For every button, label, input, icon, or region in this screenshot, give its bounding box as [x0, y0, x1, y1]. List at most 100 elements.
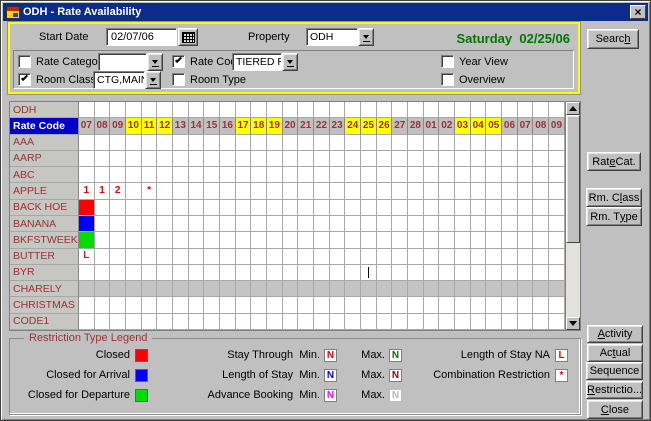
- grid-cell[interactable]: [455, 265, 471, 281]
- grid-cell[interactable]: [189, 265, 205, 281]
- grid-cell[interactable]: [283, 102, 299, 118]
- grid-cell[interactable]: [157, 216, 173, 232]
- grid-cell[interactable]: [471, 281, 487, 297]
- close-button[interactable]: Close: [587, 400, 643, 419]
- date-header-cell[interactable]: 06: [502, 118, 518, 134]
- grid-cell[interactable]: [533, 151, 549, 167]
- grid-cell[interactable]: [549, 314, 565, 330]
- grid-cell[interactable]: [549, 232, 565, 248]
- grid-cell[interactable]: [502, 151, 518, 167]
- grid-cell[interactable]: [173, 183, 189, 199]
- grid-cell[interactable]: [377, 314, 393, 330]
- calendar-button[interactable]: [178, 28, 198, 46]
- dropdown-arrow-icon[interactable]: [358, 28, 374, 46]
- grid-cell[interactable]: [298, 151, 314, 167]
- grid-cell[interactable]: [471, 297, 487, 313]
- grid-cell[interactable]: [157, 297, 173, 313]
- room-type-checkbox[interactable]: Room Type: [172, 73, 246, 86]
- grid-cell[interactable]: [502, 249, 518, 265]
- grid-cell[interactable]: [549, 102, 565, 118]
- grid-cell[interactable]: [330, 281, 346, 297]
- room-class-checkbox[interactable]: Room Class: [18, 73, 96, 86]
- grid-cell[interactable]: [189, 200, 205, 216]
- grid-cell[interactable]: [471, 249, 487, 265]
- grid-cell[interactable]: [471, 135, 487, 151]
- grid-cell[interactable]: [220, 102, 236, 118]
- grid-cell[interactable]: [533, 249, 549, 265]
- grid-cell[interactable]: [455, 249, 471, 265]
- date-header-cell[interactable]: 26: [377, 118, 393, 134]
- grid-cell[interactable]: [392, 297, 408, 313]
- grid-cell[interactable]: [189, 249, 205, 265]
- grid-cell[interactable]: [408, 102, 424, 118]
- grid-cell[interactable]: [424, 135, 440, 151]
- overview-checkbox[interactable]: Overview: [441, 73, 505, 86]
- grid-cell[interactable]: [204, 200, 220, 216]
- grid-cell[interactable]: [126, 216, 142, 232]
- grid-cell[interactable]: [533, 232, 549, 248]
- grid-header-label[interactable]: Rate Code: [10, 118, 79, 134]
- date-header-cell[interactable]: 09: [110, 118, 126, 134]
- date-header-cell[interactable]: 28: [408, 118, 424, 134]
- grid-cell[interactable]: [251, 135, 267, 151]
- grid-cell[interactable]: [95, 151, 111, 167]
- grid-cell[interactable]: [204, 102, 220, 118]
- date-header-cell[interactable]: 10: [126, 118, 142, 134]
- grid-cell[interactable]: [126, 232, 142, 248]
- grid-cell[interactable]: [518, 167, 534, 183]
- grid-cell[interactable]: [424, 167, 440, 183]
- dropdown-arrow-icon[interactable]: [145, 71, 161, 89]
- sequence-button[interactable]: Sequence: [586, 362, 643, 380]
- activity-button[interactable]: Activity: [587, 325, 643, 343]
- row-label[interactable]: BYR: [10, 265, 79, 281]
- grid-cell[interactable]: [361, 249, 377, 265]
- grid-cell[interactable]: [283, 167, 299, 183]
- grid-cell[interactable]: [251, 249, 267, 265]
- grid-cell[interactable]: [502, 232, 518, 248]
- grid-cell[interactable]: [204, 167, 220, 183]
- grid-cell[interactable]: [251, 281, 267, 297]
- grid-cell[interactable]: [110, 281, 126, 297]
- grid-cell[interactable]: [518, 216, 534, 232]
- grid-cell[interactable]: [283, 297, 299, 313]
- grid-cell[interactable]: [157, 265, 173, 281]
- grid-cell[interactable]: [471, 183, 487, 199]
- row-label[interactable]: AAA: [10, 135, 79, 151]
- grid-cell[interactable]: [251, 232, 267, 248]
- window-close-button[interactable]: ×: [630, 5, 646, 19]
- grid-cell[interactable]: [79, 297, 95, 313]
- grid-cell[interactable]: [549, 183, 565, 199]
- row-label[interactable]: BANANA: [10, 216, 79, 232]
- date-header-cell[interactable]: 11: [142, 118, 158, 134]
- grid-cell[interactable]: [392, 232, 408, 248]
- grid-cell[interactable]: [377, 183, 393, 199]
- grid-cell[interactable]: [110, 200, 126, 216]
- grid-cell[interactable]: [471, 216, 487, 232]
- scrollbar-thumb[interactable]: [566, 115, 580, 243]
- grid-cell[interactable]: [361, 167, 377, 183]
- grid-cell[interactable]: [298, 314, 314, 330]
- grid-cell[interactable]: [142, 200, 158, 216]
- grid-cell[interactable]: [189, 135, 205, 151]
- grid-cell[interactable]: [314, 297, 330, 313]
- grid-cell[interactable]: [236, 314, 252, 330]
- date-header-cell[interactable]: 22: [314, 118, 330, 134]
- grid-cell[interactable]: [408, 151, 424, 167]
- grid-cell[interactable]: [79, 281, 95, 297]
- grid-cell[interactable]: [283, 249, 299, 265]
- grid-cell[interactable]: [314, 265, 330, 281]
- grid-cell[interactable]: [408, 314, 424, 330]
- grid-cell[interactable]: [502, 200, 518, 216]
- grid-cell[interactable]: [455, 167, 471, 183]
- grid-cell[interactable]: [424, 281, 440, 297]
- grid-cell[interactable]: [314, 167, 330, 183]
- grid-cell[interactable]: [283, 151, 299, 167]
- grid-cell[interactable]: [502, 135, 518, 151]
- grid-cell[interactable]: [518, 102, 534, 118]
- grid-cell[interactable]: [204, 265, 220, 281]
- grid-cell[interactable]: [392, 135, 408, 151]
- grid-cell[interactable]: [330, 216, 346, 232]
- grid-cell[interactable]: [220, 151, 236, 167]
- grid-cell[interactable]: [377, 151, 393, 167]
- grid-cell[interactable]: [549, 151, 565, 167]
